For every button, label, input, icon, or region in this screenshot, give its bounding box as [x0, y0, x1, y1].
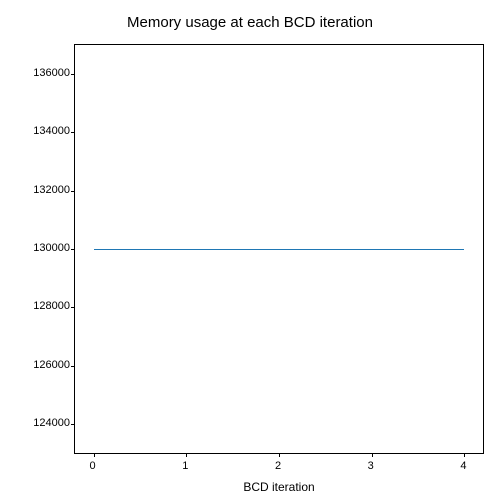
x-tick-label: 2	[263, 460, 293, 472]
x-tick-label: 3	[356, 460, 386, 472]
y-tick-label: 136000	[10, 67, 70, 79]
y-tick-mark	[71, 366, 75, 367]
plot-area	[74, 44, 484, 454]
x-tick-mark	[186, 453, 187, 457]
chart-title: Memory usage at each BCD iteration	[0, 14, 500, 31]
y-tick-label: 132000	[10, 184, 70, 196]
x-tick-label: 0	[78, 460, 108, 472]
x-tick-label: 1	[170, 460, 200, 472]
x-tick-mark	[279, 453, 280, 457]
y-tick-mark	[71, 424, 75, 425]
x-tick-mark	[94, 453, 95, 457]
y-tick-mark	[71, 249, 75, 250]
y-tick-label: 128000	[10, 300, 70, 312]
y-tick-mark	[71, 191, 75, 192]
y-tick-label: 130000	[10, 242, 70, 254]
x-tick-label: 4	[448, 460, 478, 472]
x-tick-mark	[464, 453, 465, 457]
memory-usage-chart: Memory usage at each BCD iteration BCD i…	[0, 0, 500, 500]
y-tick-label: 124000	[10, 417, 70, 429]
y-tick-label: 126000	[10, 359, 70, 371]
y-tick-label: 134000	[10, 125, 70, 137]
y-tick-mark	[71, 307, 75, 308]
x-axis-label: BCD iteration	[74, 480, 484, 494]
y-tick-mark	[71, 132, 75, 133]
x-tick-mark	[372, 453, 373, 457]
memory-line	[94, 249, 465, 250]
y-tick-mark	[71, 74, 75, 75]
